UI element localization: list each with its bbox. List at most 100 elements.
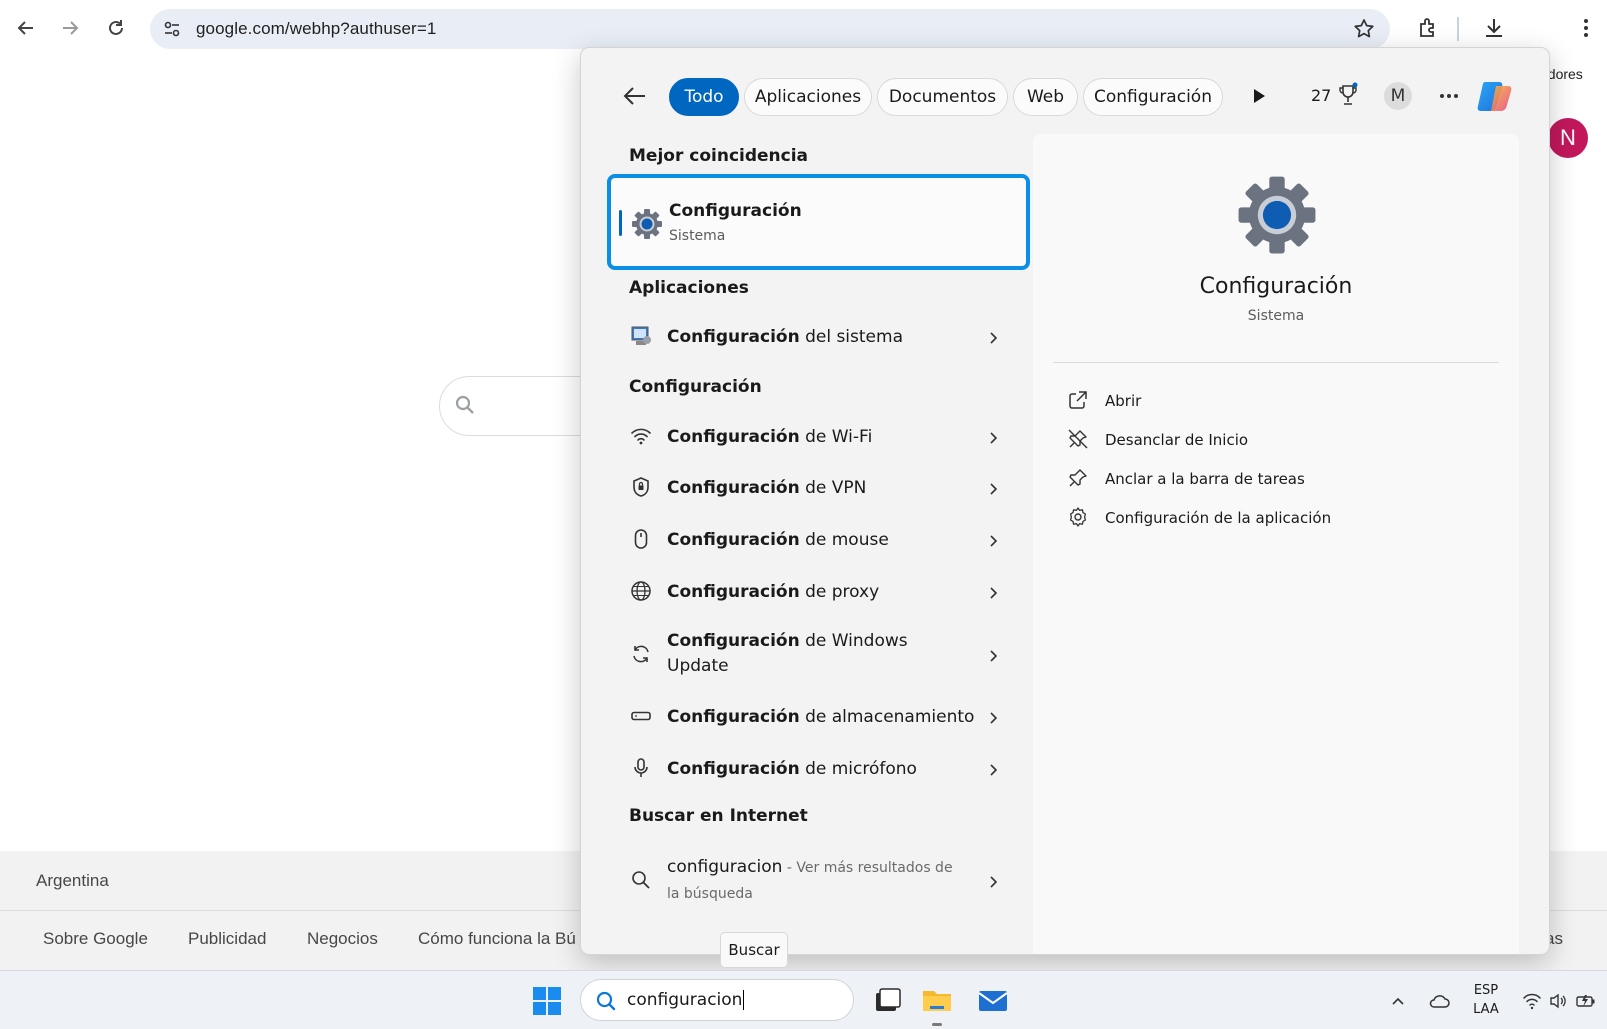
chevron-right-icon [985, 585, 1001, 601]
chevron-right-icon [985, 330, 1001, 346]
windows-start-icon[interactable] [532, 986, 562, 1016]
site-settings-icon[interactable] [160, 17, 184, 41]
sync-icon [629, 642, 653, 666]
footer-country: Argentina [36, 871, 109, 890]
tab-todo[interactable]: Todo [669, 78, 739, 116]
best-match-item[interactable]: Configuración Sistema [607, 174, 1030, 270]
reload-icon[interactable] [98, 10, 134, 46]
result-microphone-settings[interactable]: Configuración de micrófono [621, 754, 1011, 784]
rewards-points: 27 [1311, 86, 1332, 105]
open-external-icon [1067, 389, 1089, 411]
unpin-icon [1067, 428, 1089, 450]
battery-icon[interactable] [1575, 991, 1595, 1011]
result-web-search[interactable]: configuracion - Ver más resultados de la… [621, 854, 1011, 906]
volume-icon[interactable] [1548, 991, 1568, 1011]
chevron-right-icon [985, 481, 1001, 497]
action-open[interactable]: Abrir [1063, 387, 1483, 415]
result-proxy-settings[interactable]: Configuración de proxy [621, 577, 1011, 607]
best-match-subtitle: Sistema [669, 228, 726, 244]
download-icon[interactable] [1478, 12, 1510, 44]
user-avatar[interactable]: M [1384, 82, 1412, 110]
result-windows-update-settings[interactable]: Configuración de Windows Update [621, 628, 1011, 680]
selection-indicator [619, 210, 622, 236]
more-vert-icon[interactable] [1570, 12, 1602, 44]
play-icon[interactable] [1249, 86, 1269, 106]
result-mouse-settings[interactable]: Configuración de mouse [621, 525, 1011, 555]
more-horizontal-icon[interactable] [1435, 82, 1463, 110]
bookmark-star-icon[interactable] [1352, 17, 1376, 41]
section-settings: Configuración [629, 377, 762, 397]
address-bar[interactable]: google.com/webhp?authuser=1 [150, 9, 1390, 49]
system-config-icon [629, 324, 653, 348]
chevron-up-icon[interactable] [1388, 991, 1408, 1011]
chevron-right-icon [985, 762, 1001, 778]
search-icon [595, 990, 617, 1012]
extensions-icon[interactable] [1412, 12, 1444, 44]
wifi-icon[interactable] [1522, 991, 1542, 1011]
file-explorer-icon[interactable] [920, 983, 954, 1017]
result-label: Configuración de mouse [667, 530, 889, 550]
result-vpn-settings[interactable]: Configuración de VPN [621, 473, 1011, 503]
chevron-right-icon [985, 648, 1001, 664]
footer-link-how-search-works[interactable]: Cómo funciona la Bú [418, 929, 576, 949]
tab-settings[interactable]: Configuración [1083, 78, 1223, 116]
chevron-right-icon [985, 430, 1001, 446]
result-label: Configuración de Wi-Fi [667, 427, 873, 447]
url-text: google.com/webhp?authuser=1 [196, 19, 437, 38]
footer-link-ads[interactable]: Publicidad [188, 929, 266, 949]
windows-search-panel: Todo Aplicaciones Documentos Web Configu… [580, 47, 1550, 955]
result-wifi-settings[interactable]: Configuración de Wi-Fi [621, 422, 1011, 452]
lang-top: ESP [1473, 983, 1499, 998]
search-tooltip: Buscar [720, 932, 788, 968]
result-system-config[interactable]: Configuración del sistema [621, 322, 1011, 352]
best-match-title: Configuración [669, 201, 802, 221]
footer-link-business[interactable]: Negocios [307, 929, 378, 949]
section-best-match: Mejor coincidencia [629, 146, 809, 166]
mail-icon[interactable] [976, 983, 1010, 1017]
input-language[interactable]: ESP LAA [1470, 981, 1502, 1019]
taskbar-search-input[interactable]: configuracion [580, 979, 854, 1021]
mouse-icon [629, 527, 653, 551]
back-arrow-icon[interactable] [8, 10, 44, 46]
detail-divider [1053, 362, 1499, 363]
shield-icon [629, 475, 653, 499]
onedrive-cloud-icon[interactable] [1428, 991, 1450, 1011]
detail-title: Configuración [1199, 274, 1353, 299]
result-label: Configuración del sistema [667, 327, 903, 347]
gear-icon [631, 208, 663, 240]
tab-documents[interactable]: Documentos [877, 78, 1008, 116]
pin-icon [1067, 467, 1089, 489]
tab-web[interactable]: Web [1013, 78, 1078, 116]
back-arrow-icon[interactable] [621, 82, 649, 110]
search-icon [629, 868, 653, 892]
copilot-icon[interactable] [1475, 76, 1515, 116]
section-apps: Aplicaciones [629, 278, 749, 298]
result-label: configuracion - Ver más resultados de la… [667, 857, 953, 902]
section-web-search: Buscar en Internet [629, 806, 808, 826]
task-view-icon[interactable] [870, 983, 904, 1017]
microphone-icon [629, 756, 653, 780]
running-indicator [932, 1023, 942, 1026]
detail-pane: Configuración Sistema Abrir Desanclar de… [1033, 134, 1519, 954]
tab-apps[interactable]: Aplicaciones [744, 78, 872, 116]
chevron-right-icon [985, 874, 1001, 890]
lang-bottom: LAA [1473, 1002, 1499, 1017]
wifi-icon [629, 424, 653, 448]
avatar[interactable]: N [1548, 118, 1588, 158]
action-unpin-start[interactable]: Desanclar de Inicio [1063, 426, 1483, 454]
storage-icon [629, 704, 653, 728]
chevron-right-icon [985, 710, 1001, 726]
result-label: Configuración de micrófono [667, 759, 917, 779]
action-app-settings[interactable]: Configuración de la aplicación [1063, 504, 1483, 532]
action-pin-taskbar[interactable]: Anclar a la barra de tareas [1063, 465, 1483, 493]
forward-arrow-icon[interactable] [52, 10, 88, 46]
toolbar-separator [1457, 17, 1459, 41]
result-storage-settings[interactable]: Configuración de almacenamiento [621, 702, 1011, 732]
footer-link-about[interactable]: Sobre Google [43, 929, 148, 949]
trophy-icon[interactable] [1337, 82, 1359, 108]
gear-outline-icon [1067, 506, 1089, 528]
search-icon [454, 394, 478, 418]
taskbar: configuracion ESP LAA [0, 970, 1607, 1029]
result-label: Configuración de VPN [667, 478, 867, 498]
chevron-right-icon [985, 533, 1001, 549]
